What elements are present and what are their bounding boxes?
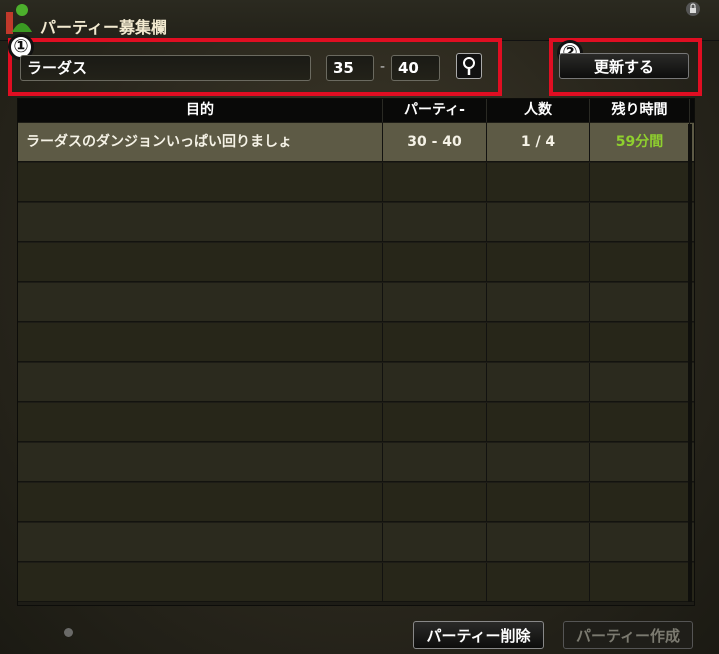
- level-separator: -: [380, 59, 386, 75]
- cell-empty: [487, 403, 590, 441]
- cell-members: 1 / 4: [487, 123, 590, 161]
- cell-empty: [18, 403, 383, 441]
- table-row-empty[interactable]: [18, 363, 694, 402]
- cell-empty: [383, 163, 487, 201]
- title-bar: パーティー募集欄: [0, 0, 719, 41]
- header-purpose[interactable]: 目的: [18, 99, 383, 122]
- table-row-empty[interactable]: [18, 563, 694, 602]
- table-row[interactable]: ラーダスのダンジョンいっぱい回りましょ 30 - 40 1 / 4 59分間: [18, 123, 694, 162]
- header-remaining-time[interactable]: 残り時間: [590, 99, 690, 122]
- table-row-empty[interactable]: [18, 323, 694, 362]
- cell-empty: [383, 323, 487, 361]
- cell-empty: [487, 283, 590, 321]
- party-recruit-window: パーティー募集欄 ① ラーダス 35 - 40 ② 更新する 目的 パーティ- …: [0, 0, 719, 654]
- search-button[interactable]: [456, 53, 482, 79]
- cell-empty: [590, 243, 690, 281]
- table-scrollbar[interactable]: [688, 124, 692, 602]
- cell-empty: [18, 203, 383, 241]
- status-dot: [64, 628, 73, 637]
- cell-empty: [487, 363, 590, 401]
- cell-empty: [383, 483, 487, 521]
- cell-empty: [487, 523, 590, 561]
- cell-empty: [487, 323, 590, 361]
- window-title: パーティー募集欄: [40, 18, 168, 37]
- table-header: 目的 パーティ- 人数 残り時間: [18, 99, 694, 122]
- cell-empty: [590, 323, 690, 361]
- magnifier-icon: [463, 57, 475, 75]
- cell-level: 30 - 40: [383, 123, 487, 161]
- cell-empty: [590, 483, 690, 521]
- cell-empty: [487, 483, 590, 521]
- table-row-empty[interactable]: [18, 523, 694, 562]
- refresh-button[interactable]: 更新する: [559, 53, 689, 79]
- cell-empty: [383, 363, 487, 401]
- cell-empty: [487, 163, 590, 201]
- create-party-button[interactable]: パーティー作成: [563, 621, 693, 649]
- cell-empty: [590, 443, 690, 481]
- cell-empty: [18, 243, 383, 281]
- cell-empty: [590, 363, 690, 401]
- cell-empty: [383, 403, 487, 441]
- cell-empty: [590, 523, 690, 561]
- cell-empty: [18, 483, 383, 521]
- header-party-level[interactable]: パーティ-: [383, 99, 487, 122]
- cell-empty: [590, 563, 690, 601]
- table-row-empty[interactable]: [18, 163, 694, 202]
- cell-empty: [487, 243, 590, 281]
- level-min-input[interactable]: 35: [326, 55, 374, 81]
- cell-empty: [18, 283, 383, 321]
- cell-empty: [487, 443, 590, 481]
- cell-empty: [18, 323, 383, 361]
- cell-empty: [590, 163, 690, 201]
- cell-empty: [383, 563, 487, 601]
- cell-empty: [487, 563, 590, 601]
- header-members[interactable]: 人数: [487, 99, 590, 122]
- cell-empty: [590, 403, 690, 441]
- cell-empty: [18, 443, 383, 481]
- search-keyword-input[interactable]: ラーダス: [20, 55, 311, 81]
- cell-empty: [18, 363, 383, 401]
- cell-empty: [18, 523, 383, 561]
- cell-empty: [18, 563, 383, 601]
- cell-empty: [383, 283, 487, 321]
- cell-empty: [18, 163, 383, 201]
- table-row-empty[interactable]: [18, 243, 694, 282]
- table-row-empty[interactable]: [18, 283, 694, 322]
- cell-time: 59分間: [590, 123, 690, 161]
- table-row-empty[interactable]: [18, 443, 694, 482]
- table-row-empty[interactable]: [18, 483, 694, 522]
- cell-empty: [383, 443, 487, 481]
- lock-icon[interactable]: [685, 2, 701, 16]
- table-row-empty[interactable]: [18, 403, 694, 442]
- cell-empty: [383, 243, 487, 281]
- cell-purpose: ラーダスのダンジョンいっぱい回りましょ: [18, 123, 383, 161]
- cell-empty: [383, 203, 487, 241]
- character-icon: [6, 4, 32, 34]
- cell-empty: [487, 203, 590, 241]
- delete-party-button[interactable]: パーティー削除: [413, 621, 544, 649]
- cell-empty: [590, 203, 690, 241]
- party-list-table: 目的 パーティ- 人数 残り時間 ラーダスのダンジョンいっぱい回りましょ 30 -…: [17, 98, 695, 606]
- level-max-input[interactable]: 40: [391, 55, 440, 81]
- cell-empty: [383, 523, 487, 561]
- cell-empty: [590, 283, 690, 321]
- table-row-empty[interactable]: [18, 203, 694, 242]
